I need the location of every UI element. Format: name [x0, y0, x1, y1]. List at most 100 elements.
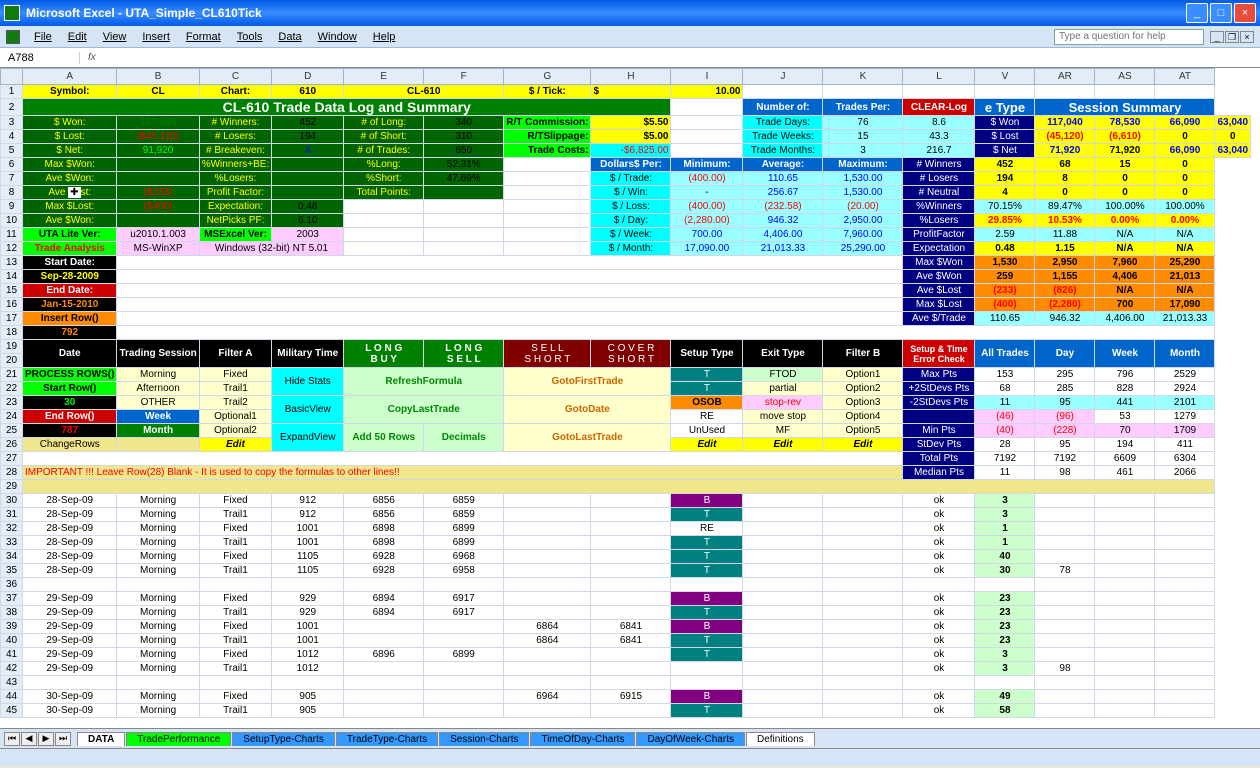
cell[interactable]: 259	[975, 270, 1035, 284]
cell[interactable]: 1279	[1155, 410, 1215, 424]
cell[interactable]: 21,013	[1155, 270, 1215, 284]
cell[interactable]: -$6,825.00	[591, 144, 671, 158]
cell[interactable]: (40)	[975, 424, 1035, 438]
cell[interactable]: RE	[671, 522, 743, 536]
cell[interactable]: 7192	[975, 452, 1035, 466]
cell[interactable]: 2003	[272, 228, 344, 242]
cell[interactable]: Session Summary	[1035, 99, 1215, 116]
cell[interactable]: 68	[1035, 158, 1095, 172]
cell[interactable]: 6856	[344, 494, 424, 508]
cell[interactable]	[1155, 662, 1215, 676]
cell[interactable]: 40	[975, 550, 1035, 564]
cell[interactable]: 78	[1035, 564, 1095, 578]
cell[interactable]: 0.48	[272, 200, 344, 214]
cell[interactable]: 70	[1095, 424, 1155, 438]
cell[interactable]	[1095, 648, 1155, 662]
cell[interactable]: 1105	[272, 564, 344, 578]
cell[interactable]: 43.3	[903, 130, 975, 144]
cell[interactable]: 256.67	[743, 186, 823, 200]
cell[interactable]: $ Won:	[23, 116, 117, 130]
cell[interactable]	[504, 648, 591, 662]
menu-help[interactable]: Help	[365, 29, 404, 45]
col-header[interactable]: D	[272, 69, 344, 85]
cell[interactable]: 3	[975, 648, 1035, 662]
cell[interactable]	[823, 592, 903, 606]
cell[interactable]: Fixed	[199, 550, 272, 564]
cell[interactable]	[903, 578, 975, 592]
menu-edit[interactable]: Edit	[60, 29, 95, 45]
cell[interactable]	[424, 704, 504, 718]
cell[interactable]: Fixed	[199, 620, 272, 634]
col-errcheck[interactable]: Setup & Time Error Check	[903, 340, 975, 368]
cell[interactable]: 28-Sep-09	[23, 564, 117, 578]
col-setuptype[interactable]: Setup Type	[671, 340, 743, 368]
cell[interactable]: $ Lost:	[23, 130, 117, 144]
cell[interactable]: 110.65	[743, 172, 823, 186]
cell[interactable]: (826)	[1035, 284, 1095, 298]
cell[interactable]: $ Won	[975, 116, 1035, 130]
cell[interactable]	[823, 606, 903, 620]
select-all[interactable]	[1, 69, 23, 85]
col-filtera[interactable]: Filter A	[199, 340, 272, 368]
cell[interactable]: -	[671, 186, 743, 200]
cell[interactable]: 1,530.00	[823, 186, 903, 200]
cell[interactable]: 30	[975, 564, 1035, 578]
cell[interactable]: move stop	[743, 410, 823, 424]
cell[interactable]: ok	[903, 690, 975, 704]
col-longsell[interactable]: L O N G S E L L	[424, 340, 504, 368]
cell[interactable]: 10.00	[671, 85, 743, 99]
cell[interactable]: UTA Lite Ver:	[23, 228, 117, 242]
cell[interactable]	[504, 494, 591, 508]
cell[interactable]: 796	[1095, 368, 1155, 382]
goto-last-trade-button[interactable]: GotoLastTrade	[504, 424, 671, 452]
cell[interactable]: 6915	[591, 690, 671, 704]
cell[interactable]	[1095, 620, 1155, 634]
cell[interactable]: 117,040	[1035, 116, 1095, 130]
cell[interactable]	[743, 564, 823, 578]
cell[interactable]: 411	[1155, 438, 1215, 452]
cell[interactable]: ok	[903, 522, 975, 536]
cell[interactable]: 30	[23, 396, 117, 410]
cell[interactable]: Trades Per:	[823, 99, 903, 116]
cell[interactable]: $ / Win:	[591, 186, 671, 200]
cell[interactable]: 68	[975, 382, 1035, 396]
cell[interactable]	[1155, 592, 1215, 606]
cell[interactable]: 4,406	[1095, 270, 1155, 284]
cell[interactable]	[591, 662, 671, 676]
cell[interactable]: 6917	[424, 606, 504, 620]
cell[interactable]: Trail1	[199, 704, 272, 718]
cell[interactable]: 1001	[272, 634, 344, 648]
cell[interactable]: (2,280)	[1035, 298, 1095, 312]
cell[interactable]	[1155, 634, 1215, 648]
cell[interactable]: Afternoon	[117, 382, 199, 396]
cell[interactable]: 76	[823, 116, 903, 130]
cell[interactable]: 153	[975, 368, 1035, 382]
cell[interactable]: Option1	[823, 368, 903, 382]
cell[interactable]: Optional1	[199, 410, 272, 424]
change-rows-button[interactable]: ChangeRows	[23, 438, 117, 452]
cell[interactable]	[1095, 550, 1155, 564]
cell[interactable]: MF	[743, 424, 823, 438]
cell[interactable]: %Long:	[344, 158, 424, 172]
cell[interactable]: T	[671, 564, 743, 578]
worksheet[interactable]: ABCDEFGHIJKLVARASAT 1 Symbol: CL Chart: …	[0, 68, 1260, 728]
sheet-tab[interactable]: DayOfWeek-Charts	[636, 732, 745, 746]
copy-last-trade-button[interactable]: CopyLastTrade	[344, 396, 504, 424]
cell[interactable]: ok	[903, 606, 975, 620]
cell[interactable]: Dollars$ Per:	[591, 158, 671, 172]
cell[interactable]	[743, 522, 823, 536]
cell[interactable]: Morning	[117, 620, 199, 634]
cell[interactable]: Trade Weeks:	[743, 130, 823, 144]
cell[interactable]: 29-Sep-09	[23, 592, 117, 606]
cell[interactable]	[1095, 634, 1155, 648]
cell[interactable]: Fixed	[199, 690, 272, 704]
cell[interactable]: Number of:	[743, 99, 823, 116]
sheet-tab[interactable]: TradePerformance	[126, 732, 231, 746]
cell[interactable]: Trail1	[199, 564, 272, 578]
cell[interactable]: 100.00%	[1155, 200, 1215, 214]
cell[interactable]: 98	[1035, 662, 1095, 676]
cell[interactable]	[117, 158, 199, 172]
cell[interactable]: Trade Days:	[743, 116, 823, 130]
cell[interactable]: Morning	[117, 634, 199, 648]
cell[interactable]: 1012	[272, 662, 344, 676]
